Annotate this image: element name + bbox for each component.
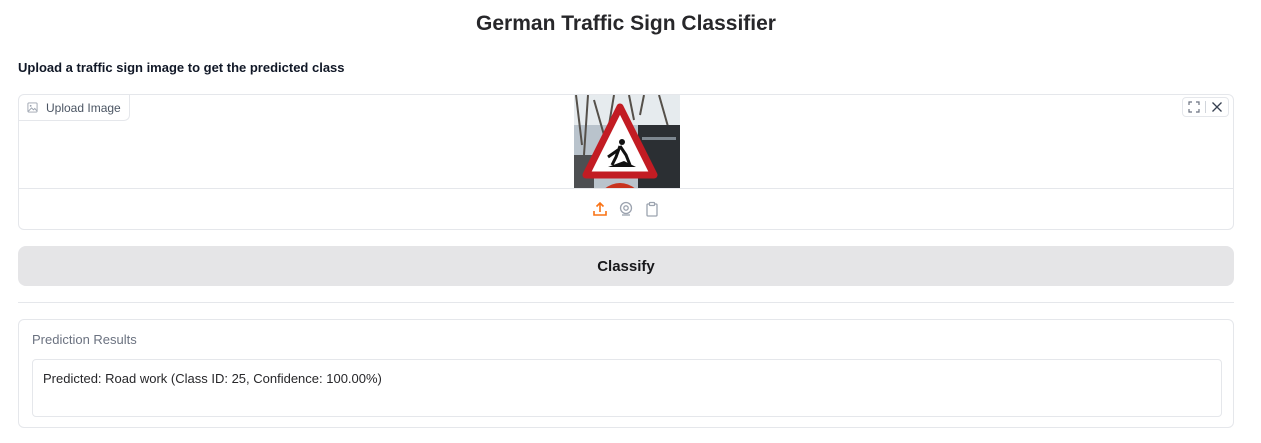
close-icon[interactable] (1206, 98, 1228, 116)
image-source-selector (19, 188, 1233, 229)
image-actions-toolbar (1182, 97, 1229, 117)
app-page: German Traffic Sign Classifier Upload a … (0, 0, 1261, 443)
webcam-icon[interactable] (618, 201, 634, 217)
upload-icon[interactable] (592, 201, 608, 217)
image-upload-label: Upload Image (19, 95, 130, 121)
fullscreen-icon[interactable] (1183, 98, 1205, 116)
page-description: Upload a traffic sign image to get the p… (18, 60, 345, 75)
classify-button[interactable]: Classify (18, 246, 1234, 286)
page-title: German Traffic Sign Classifier (476, 12, 776, 35)
image-upload-label-text: Upload Image (46, 100, 121, 115)
section-divider (18, 302, 1234, 303)
prediction-results-textbox[interactable]: Predicted: Road work (Class ID: 25, Conf… (32, 359, 1222, 417)
prediction-results-panel: Prediction Results Predicted: Road work … (18, 319, 1234, 428)
image-upload-component[interactable]: Upload Image (18, 94, 1234, 230)
prediction-results-label: Prediction Results (32, 332, 137, 347)
image-icon (27, 102, 38, 113)
uploaded-image-preview (574, 95, 680, 189)
clipboard-icon[interactable] (644, 201, 660, 217)
